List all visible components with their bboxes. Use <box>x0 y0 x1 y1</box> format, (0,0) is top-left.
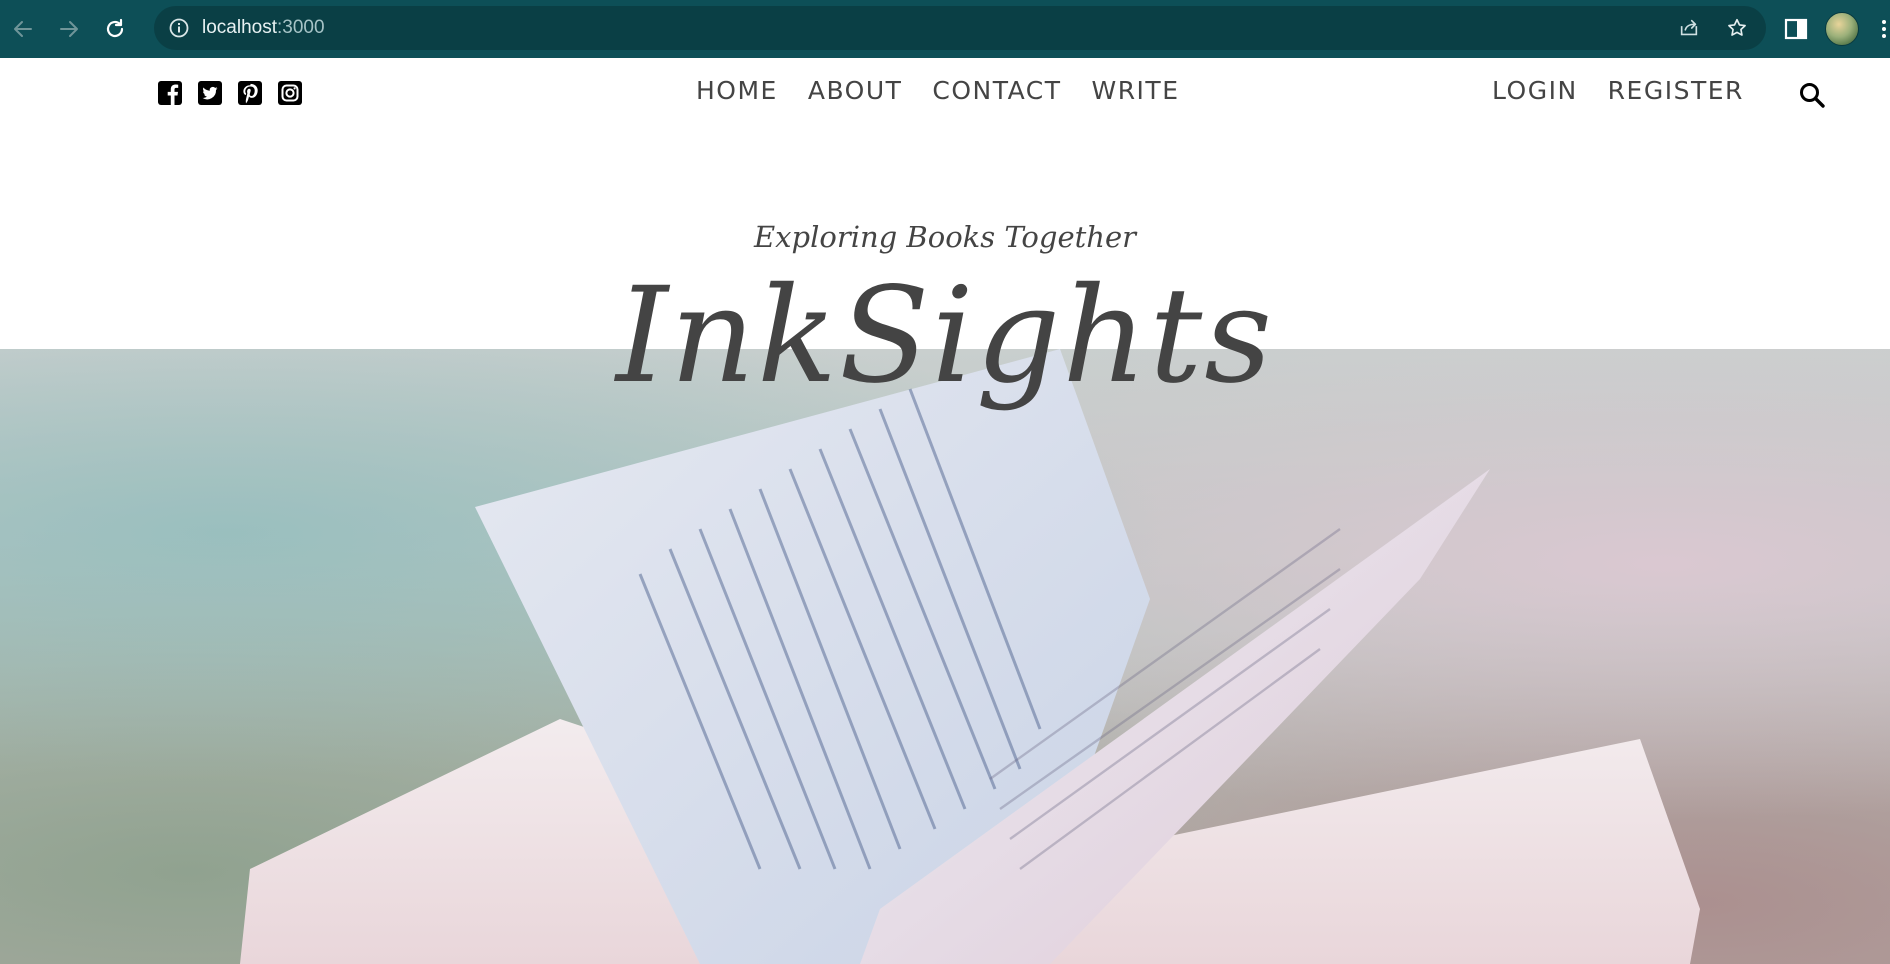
login-link[interactable]: LOGIN <box>1492 76 1578 105</box>
site-title: InkSights <box>615 259 1275 413</box>
auth-links: LOGIN REGISTER <box>1492 76 1744 105</box>
bookmark-star-icon[interactable] <box>1726 17 1748 39</box>
menu-item-home[interactable]: HOME <box>696 76 778 105</box>
menu-item-write[interactable]: WRITE <box>1091 76 1179 105</box>
browser-toolbar: localhost:3000 <box>0 0 1890 58</box>
social-links <box>157 80 303 106</box>
site-tagline: Exploring Books Together <box>754 220 1136 254</box>
url-text: localhost:3000 <box>202 17 325 39</box>
arrow-left-icon <box>14 21 32 37</box>
instagram-icon[interactable] <box>277 80 303 106</box>
pinterest-square-icon[interactable] <box>237 80 263 106</box>
back-button[interactable] <box>0 0 46 58</box>
profile-avatar[interactable] <box>1825 12 1859 46</box>
site-topbar: HOME ABOUT CONTACT WRITE LOGIN REGISTER <box>0 58 1890 128</box>
menu-item-contact[interactable]: CONTACT <box>932 76 1061 105</box>
share-icon[interactable] <box>1678 17 1700 39</box>
main-menu: HOME ABOUT CONTACT WRITE <box>696 76 1180 105</box>
reload-button[interactable] <box>92 0 138 58</box>
arrow-right-icon <box>60 21 78 37</box>
more-menu-icon[interactable] <box>1878 18 1890 40</box>
address-bar[interactable]: localhost:3000 <box>154 6 1766 50</box>
side-panel-icon[interactable] <box>1783 16 1809 42</box>
site-info-icon[interactable] <box>168 17 190 39</box>
reload-icon <box>106 18 124 38</box>
url-host: localhost <box>202 17 277 38</box>
facebook-square-icon[interactable] <box>157 80 183 106</box>
hero-image <box>0 349 1890 964</box>
twitter-square-icon[interactable] <box>197 80 223 106</box>
menu-item-about[interactable]: ABOUT <box>808 76 903 105</box>
url-port: :3000 <box>277 17 325 38</box>
register-link[interactable]: REGISTER <box>1608 76 1744 105</box>
forward-button[interactable] <box>46 0 92 58</box>
search-icon[interactable] <box>1797 80 1827 110</box>
